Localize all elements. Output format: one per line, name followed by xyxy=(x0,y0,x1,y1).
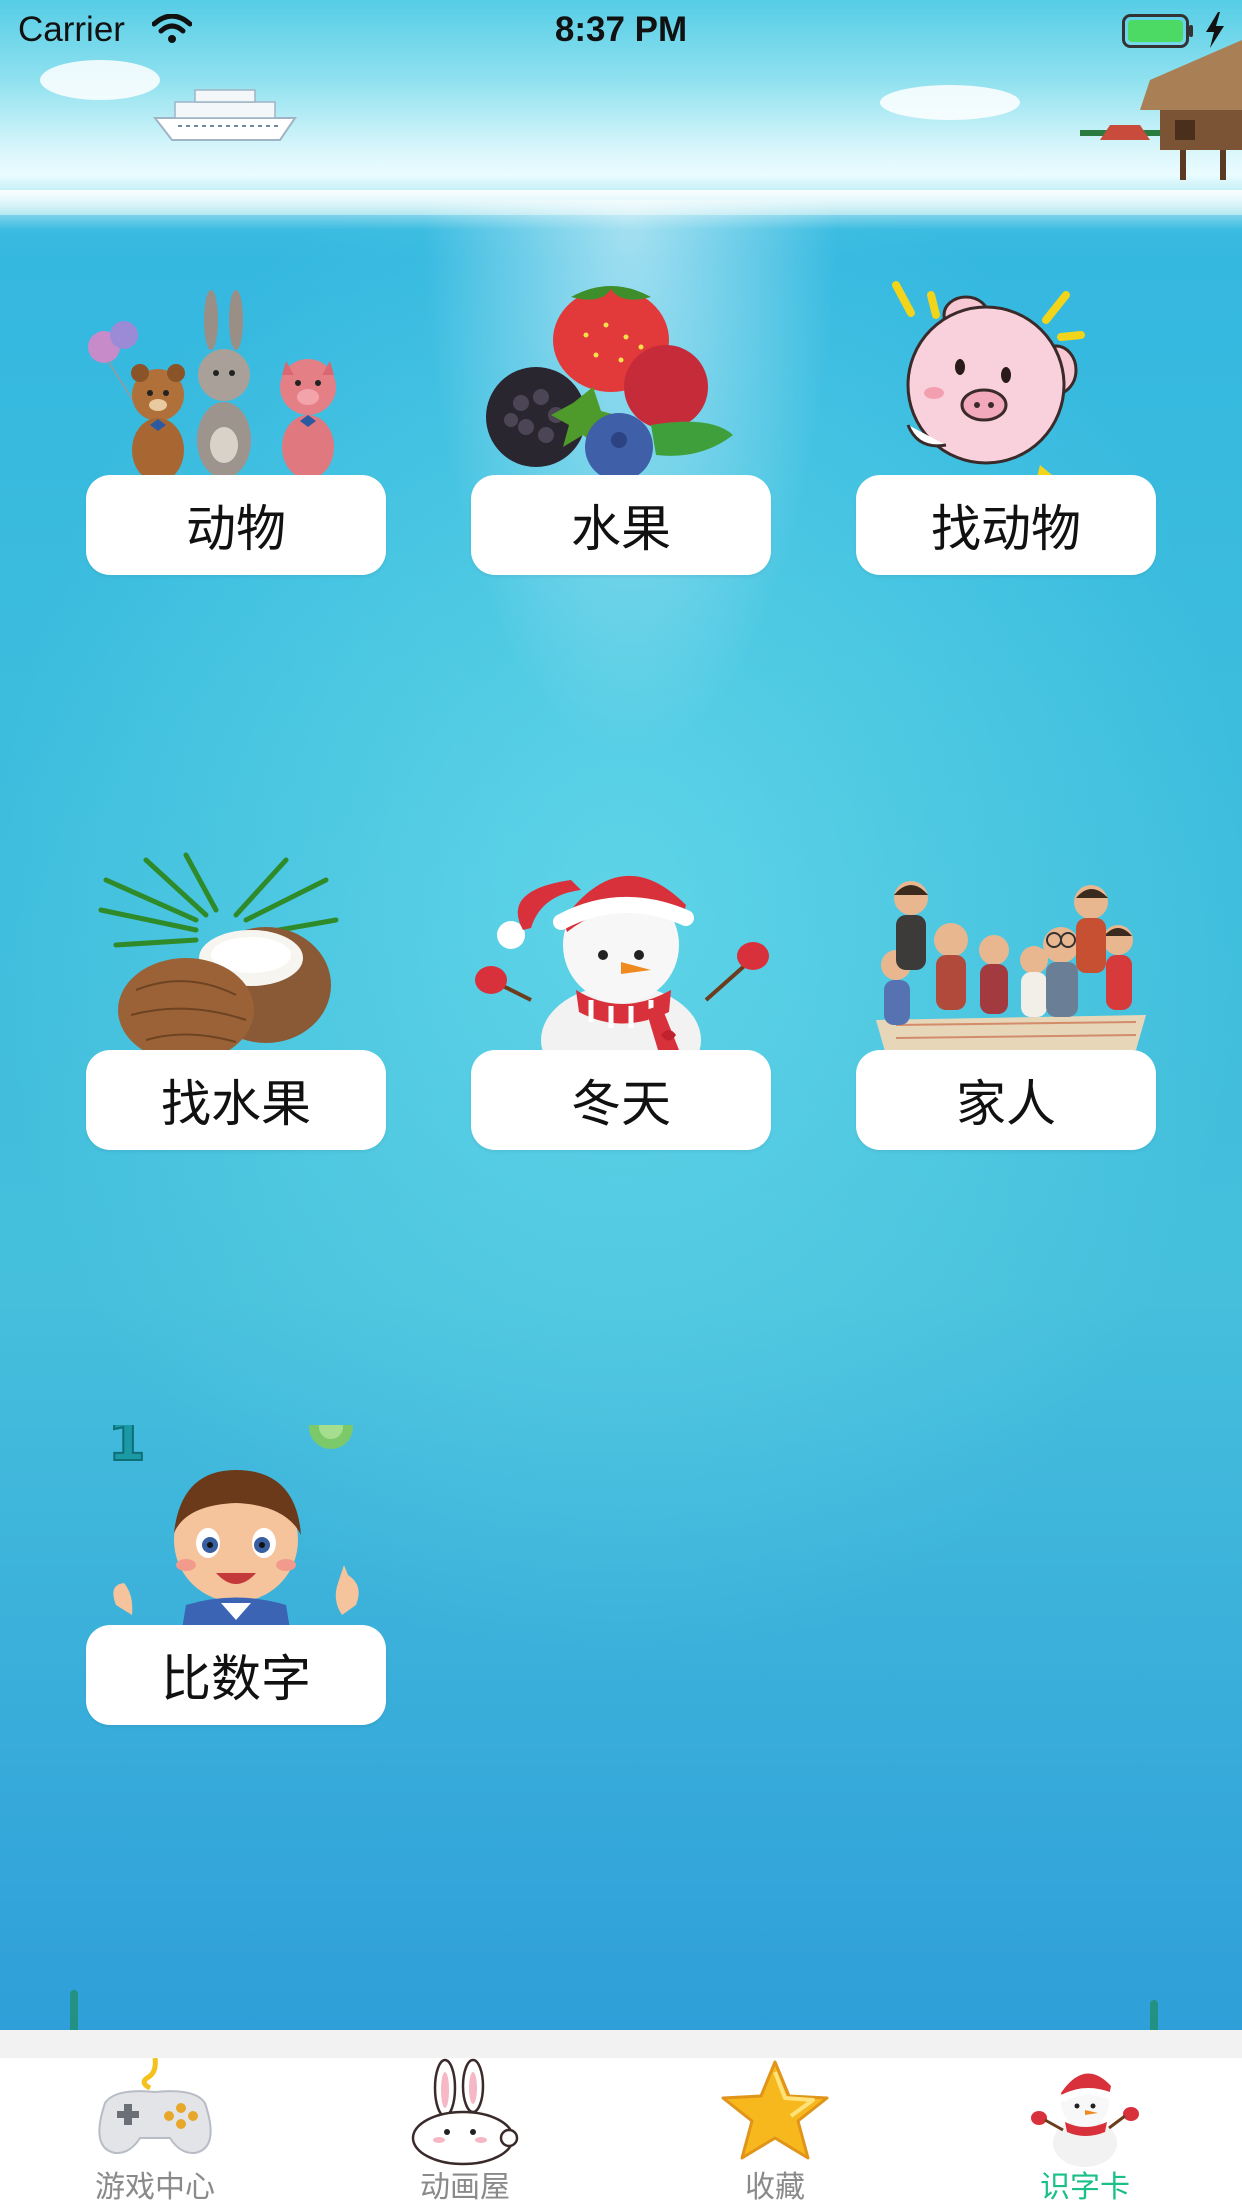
cruise-ship-icon xyxy=(152,89,297,141)
bunny-icon xyxy=(411,2058,519,2166)
pig-icon xyxy=(892,281,1085,481)
status-bar: Carrier 8:37 PM xyxy=(0,0,1242,60)
snowman-icon xyxy=(1031,2073,1139,2167)
snowman-icon xyxy=(475,875,769,1060)
tab-game-center[interactable]: 游戏中心 xyxy=(0,2058,310,2208)
category-winter[interactable]: 冬天 xyxy=(471,850,771,1160)
category-label: 家人 xyxy=(856,1050,1156,1150)
boy-number-icon: 1 xyxy=(107,1425,359,1635)
category-label: 动物 xyxy=(86,475,386,575)
coconut-icon xyxy=(98,852,339,1060)
category-label: 找水果 xyxy=(86,1050,386,1150)
category-label: 冬天 xyxy=(471,1050,771,1150)
tab-bar: 游戏中心 动画屋 收藏 识字卡 xyxy=(0,2030,1242,2208)
battery-icon xyxy=(1122,14,1193,48)
category-compare-numbers[interactable]: 1 比数字 xyxy=(86,1425,386,1735)
tab-animation-house[interactable]: 动画屋 xyxy=(310,2058,620,2208)
category-find-fruits[interactable]: 找水果 xyxy=(86,850,386,1160)
charging-bolt-icon xyxy=(1206,12,1224,48)
category-family[interactable]: 家人 xyxy=(856,850,1156,1160)
star-icon xyxy=(721,2060,829,2160)
tab-label: 识字卡 xyxy=(1040,2170,1130,2205)
category-fruits[interactable]: 水果 xyxy=(471,275,771,585)
cloud-decoration xyxy=(40,60,160,100)
animals-icon xyxy=(88,290,336,482)
tab-label: 游戏中心 xyxy=(95,2170,215,2205)
fruits-icon xyxy=(486,286,733,481)
tab-word-cards[interactable]: 识字卡 xyxy=(930,2058,1240,2208)
tab-label: 动画屋 xyxy=(420,2170,510,2205)
tab-label: 收藏 xyxy=(745,2170,805,2205)
category-find-animals[interactable]: 找动物 xyxy=(856,275,1156,585)
number-one-label: 1 xyxy=(108,1425,146,1473)
category-label: 找动物 xyxy=(856,475,1156,575)
seaweed-decoration xyxy=(70,1990,78,2030)
category-label: 比数字 xyxy=(86,1625,386,1725)
status-time: 8:37 PM xyxy=(554,10,688,49)
cloud-decoration xyxy=(880,85,1020,120)
category-label: 水果 xyxy=(471,475,771,575)
gamepad-icon xyxy=(98,2058,212,2155)
family-icon xyxy=(876,881,1146,1055)
category-animals[interactable]: 动物 xyxy=(86,275,386,585)
seaweed-decoration xyxy=(1150,2000,1158,2030)
beach-hut-icon xyxy=(1080,40,1242,180)
tab-favorites[interactable]: 收藏 xyxy=(620,2058,930,2208)
